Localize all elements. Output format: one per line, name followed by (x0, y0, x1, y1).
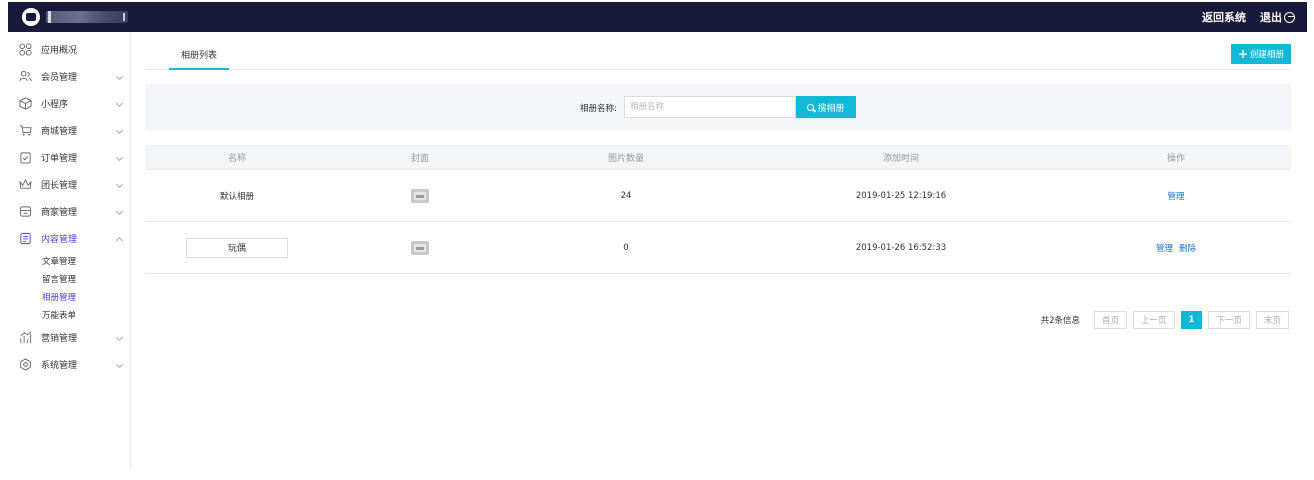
actions-cell: 管理 (1061, 190, 1291, 202)
actions-cell: 管理 删除 (1061, 242, 1291, 254)
sidebar-item-label: 内容管理 (41, 235, 78, 245)
table-row: 0 2019-01-26 16:52:33 管理 删除 (145, 222, 1291, 274)
column-header-count: 图片数量 (607, 153, 644, 164)
logout-link[interactable]: 退出 (1260, 9, 1295, 25)
chevron-down-icon (115, 180, 124, 189)
logout-icon (1284, 11, 1295, 23)
sidebar-item-content[interactable]: 内容管理 (8, 225, 130, 252)
sidebar-item-label: 团长管理 (41, 181, 78, 191)
column-header-time: 添加时间 (882, 153, 919, 164)
sidebar-item-miniprogram[interactable]: 小程序 (8, 90, 130, 117)
added-time: 2019-01-26 16:52:33 (855, 242, 947, 253)
chevron-down-icon (115, 153, 124, 162)
sidebar-item-label: 系统管理 (41, 361, 78, 371)
sidebar: 应用概况 会员管理 小程序 商城管理 订单管理 团长管理 商家管理 内容管理 文… (8, 32, 131, 468)
sidebar-item-mall[interactable]: 商城管理 (8, 117, 130, 144)
sidebar-subitem-messages[interactable]: 留言管理 (8, 270, 130, 288)
column-header-cover: 封面 (410, 153, 429, 164)
search-album-button[interactable]: 搜相册 (796, 96, 856, 118)
album-table: 名称 封面 图片数量 添加时间 操作 默认相册 24 2019-01-25 12… (145, 145, 1291, 274)
column-header-name: 名称 (227, 153, 246, 164)
sidebar-item-overview[interactable]: 应用概况 (8, 36, 130, 63)
sidebar-item-leaders[interactable]: 团长管理 (8, 171, 130, 198)
chevron-down-icon (115, 207, 124, 216)
app-root: 返回系统 退出 应用概况 会员管理 小程序 商城管理 订单管理 团长管理 商家管… (0, 0, 1314, 480)
logout-label: 退出 (1260, 11, 1282, 24)
table-header: 名称 封面 图片数量 添加时间 操作 (145, 145, 1291, 170)
last-page-button[interactable]: 末页 (1255, 311, 1289, 329)
search-button-label: 搜相册 (817, 103, 845, 114)
app-logo (22, 8, 40, 26)
main-content: 相册列表 + 创建相册 相册名称: 搜相册 名称 封面 图片数量 添加时间 操作… (131, 32, 1307, 468)
chart-icon (18, 331, 32, 345)
chevron-down-icon (115, 99, 124, 108)
cover-cell (329, 188, 511, 203)
shop-icon (18, 205, 32, 219)
pagination: 共2条信息 首页 上一页 1 下一页 末页 (1041, 311, 1289, 329)
table-row: 默认相册 24 2019-01-25 12:19:16 管理 (145, 170, 1291, 222)
order-icon (18, 151, 32, 165)
chevron-down-icon (115, 72, 124, 81)
added-time: 2019-01-25 12:19:16 (855, 190, 947, 201)
sidebar-subitem-albums[interactable]: 相册管理 (8, 288, 130, 306)
sidebar-item-label: 会员管理 (41, 73, 78, 83)
sidebar-subitem-forms[interactable]: 万能表单 (8, 306, 130, 324)
sidebar-item-label: 商城管理 (41, 127, 78, 137)
image-placeholder-icon (411, 240, 429, 255)
crown-icon (18, 178, 32, 192)
first-page-button[interactable]: 首页 (1094, 311, 1128, 329)
album-name-field[interactable] (186, 237, 288, 258)
top-bar: 返回系统 退出 (8, 2, 1307, 32)
sidebar-item-label: 订单管理 (41, 154, 78, 164)
sidebar-item-merchants[interactable]: 商家管理 (8, 198, 130, 225)
sidebar-item-orders[interactable]: 订单管理 (8, 144, 130, 171)
prev-page-button[interactable]: 上一页 (1133, 311, 1175, 329)
users-icon (18, 70, 32, 84)
delete-link[interactable]: 删除 (1179, 242, 1196, 254)
create-album-label: 创建相册 (1250, 50, 1285, 60)
tab-bar: 相册列表 (145, 46, 1291, 70)
image-placeholder-icon (411, 188, 429, 203)
top-actions: 返回系统 退出 (1202, 2, 1295, 32)
sidebar-item-label: 商家管理 (41, 208, 78, 218)
grid-icon (18, 43, 32, 57)
search-bar: 相册名称: 搜相册 (145, 84, 1291, 130)
image-count: 0 (623, 242, 629, 253)
total-count: 共2条信息 (1040, 316, 1081, 326)
chevron-down-icon (115, 360, 124, 369)
sidebar-subitem-articles[interactable]: 文章管理 (8, 252, 130, 270)
chevron-down-icon (115, 333, 124, 342)
search-label: 相册名称: (580, 104, 617, 114)
brand-name-blurred (46, 11, 128, 23)
cover-cell (329, 240, 511, 255)
album-name: 默认相册 (219, 191, 254, 202)
return-system-link[interactable]: 返回系统 (1202, 9, 1246, 25)
chevron-down-icon (115, 126, 124, 135)
album-name-input[interactable] (624, 96, 796, 118)
next-page-button[interactable]: 下一页 (1208, 311, 1250, 329)
cube-icon (18, 97, 32, 111)
current-page-button[interactable]: 1 (1180, 311, 1203, 329)
manage-link[interactable]: 管理 (1156, 242, 1173, 254)
sidebar-item-label: 应用概况 (41, 46, 78, 56)
sidebar-item-label: 营销管理 (41, 334, 78, 344)
cart-icon (18, 124, 32, 138)
tab-album-list[interactable]: 相册列表 (169, 46, 230, 70)
sidebar-item-members[interactable]: 会员管理 (8, 63, 130, 90)
column-header-actions: 操作 (1166, 153, 1185, 164)
sidebar-item-label: 小程序 (41, 100, 69, 110)
plus-icon: + (1237, 47, 1249, 61)
image-count: 24 (620, 190, 632, 201)
create-album-button[interactable]: + 创建相册 (1231, 44, 1291, 64)
chevron-up-icon (115, 236, 124, 245)
name-cell (145, 237, 329, 258)
settings-icon (18, 358, 32, 372)
content-icon (18, 232, 32, 246)
search-icon (807, 103, 815, 111)
sidebar-item-marketing[interactable]: 营销管理 (8, 324, 130, 351)
sidebar-item-system[interactable]: 系统管理 (8, 351, 130, 378)
manage-link[interactable]: 管理 (1167, 190, 1184, 202)
